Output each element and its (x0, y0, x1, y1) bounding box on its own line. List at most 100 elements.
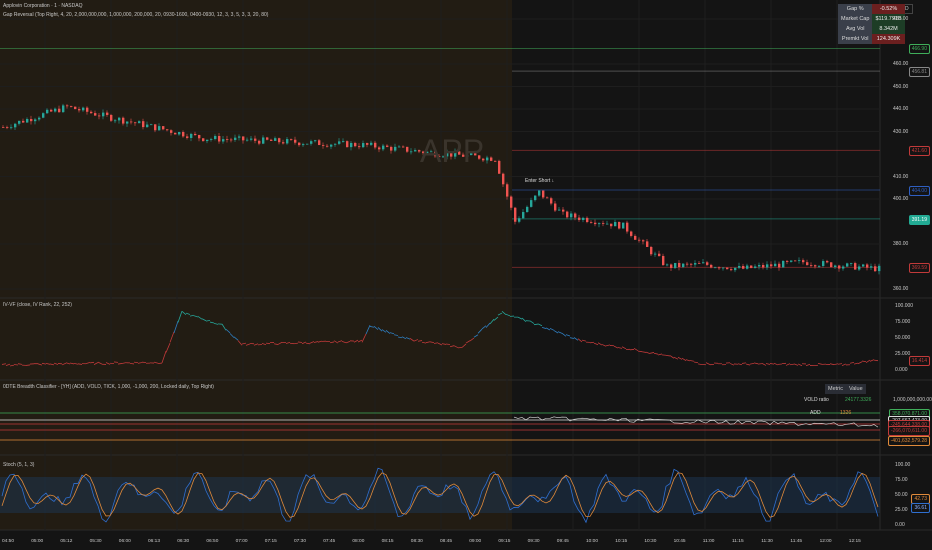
stoch-title[interactable]: Stoch (5, 1, 3) (3, 462, 34, 468)
candle (62, 105, 65, 113)
candle (742, 266, 745, 269)
ivr-line (593, 342, 599, 346)
candle (10, 127, 13, 129)
price-label: 369.59 (908, 263, 930, 274)
breadth-label: -266,070,611.00 (887, 426, 930, 436)
time-tick: 07:45 (323, 539, 336, 544)
candle (698, 263, 701, 264)
ivr-line (757, 363, 763, 365)
candle (290, 139, 293, 140)
time-tick: 09:00 (469, 539, 482, 544)
candle (678, 262, 681, 268)
price-tick: 430.00 (893, 128, 909, 135)
candle (594, 222, 597, 225)
time-tick: 08:00 (352, 539, 365, 544)
time-tick: 06:00 (118, 539, 131, 544)
candle (794, 260, 797, 262)
candle (398, 146, 401, 148)
candle (6, 127, 9, 128)
ivr-line (553, 330, 559, 334)
candle (734, 267, 737, 271)
candle (366, 143, 369, 145)
candle (74, 106, 77, 110)
candle (186, 136, 189, 138)
candle (798, 260, 801, 261)
candle (286, 139, 289, 144)
price-tick: 380.00 (893, 241, 909, 247)
candle (870, 266, 873, 268)
ivr-line (445, 343, 451, 345)
candle (526, 206, 529, 213)
candle (622, 222, 625, 229)
candle (370, 142, 373, 145)
candle (830, 262, 833, 268)
candle (374, 142, 377, 148)
chart-canvas[interactable] (0, 0, 932, 550)
ivr-title[interactable]: IV-VF (close, IV Rank, 22, 252) (3, 302, 72, 308)
candle (674, 262, 677, 268)
candle (858, 266, 861, 270)
candle (266, 137, 269, 140)
indicator-gap-reversal[interactable]: Gap Reversal (Top Right, 4, 20, 2,000,00… (3, 12, 268, 18)
breadth-title[interactable]: 0DTE Breadth Classifier - [YH] (ADD, VOL… (3, 384, 214, 390)
candle (574, 213, 577, 218)
candle (390, 146, 393, 151)
candle (122, 117, 125, 124)
ivr-line (521, 317, 527, 322)
ivr-line (573, 337, 579, 341)
candle (702, 262, 705, 264)
candle (118, 117, 121, 121)
stat-label: Gap % (838, 4, 873, 14)
candle (170, 130, 173, 133)
candle (602, 223, 605, 225)
time-tick: 06:13 (148, 539, 161, 544)
candle (70, 106, 73, 107)
ivr-line (653, 352, 659, 355)
candle (242, 136, 245, 141)
candle (554, 203, 557, 211)
candle (826, 261, 829, 263)
candle (274, 138, 277, 141)
candle (814, 265, 817, 267)
ivr-line (685, 359, 691, 362)
candle (202, 138, 205, 142)
candle (666, 264, 669, 266)
ivr-line (745, 363, 751, 366)
time-tick: 09:30 (527, 539, 540, 544)
candle (90, 111, 93, 114)
ivr-line (557, 331, 563, 334)
stoch-tick: 0.00 (895, 522, 905, 528)
price-label: 404.00 (908, 186, 930, 196)
candle (86, 107, 89, 112)
ivr-line (545, 327, 551, 331)
ivr-line (873, 359, 879, 362)
stoch-d-label: 36.61 (911, 503, 930, 514)
chart-window[interactable]: Applovin Corporation · 1 · NASDAQ Gap Re… (0, 0, 932, 550)
ivr-line (265, 342, 271, 345)
candle (130, 121, 133, 123)
ivr-tick: 75.000 (895, 319, 911, 325)
ivr-line (673, 356, 679, 360)
candle (282, 142, 285, 144)
ivr-line (561, 332, 567, 337)
candle (126, 121, 129, 124)
ivr-line (621, 346, 627, 350)
enter-short-annotation: Enter Short ↓ (525, 178, 555, 184)
candle (406, 146, 409, 152)
ivr-line (13, 364, 19, 366)
candle (22, 120, 25, 123)
ivr-line (753, 362, 759, 365)
ivr-line (581, 339, 587, 342)
ivr-line (529, 320, 535, 324)
candle (146, 124, 149, 128)
ivr-line (681, 357, 687, 361)
stat-label: Market Cap (838, 14, 873, 24)
add-value: 1326 (840, 410, 852, 416)
price-label: 391.19 (908, 214, 930, 225)
breadth-line (513, 416, 879, 428)
candle (538, 190, 541, 196)
price-tick: 480.00 (893, 16, 909, 22)
candle (142, 121, 145, 128)
candle (570, 213, 573, 218)
candle (558, 209, 561, 211)
